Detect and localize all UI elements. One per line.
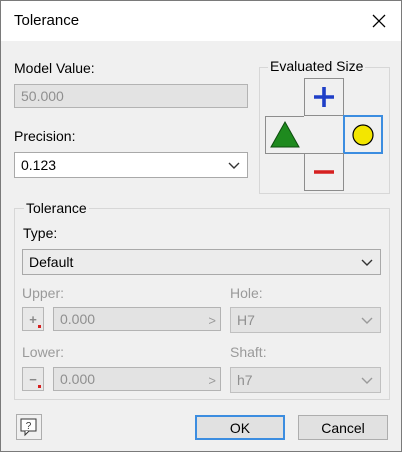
upper-label: Upper: (22, 285, 65, 301)
cancel-button[interactable]: Cancel (298, 415, 388, 440)
upper-value-field[interactable]: 0.000 > (53, 307, 221, 331)
upper-value: 0.000 (60, 311, 96, 327)
precision-label: Precision: (14, 128, 76, 144)
precision-select[interactable]: 0.123 (14, 152, 248, 178)
hole-value: H7 (237, 312, 255, 328)
model-value-field[interactable]: 50.000 (14, 84, 248, 108)
triangle-icon (270, 120, 300, 148)
chevron-down-icon (228, 162, 240, 169)
type-value: Default (29, 254, 74, 270)
lower-value: 0.000 (60, 371, 96, 387)
plus-sign-icon: + (29, 311, 37, 327)
lower-label: Lower: (22, 344, 65, 360)
minus-sign-icon: − (29, 371, 37, 387)
lower-sign-button[interactable]: − (22, 367, 44, 391)
close-button[interactable] (362, 6, 396, 36)
circle-icon (352, 124, 374, 146)
shaft-value: h7 (237, 372, 253, 388)
plus-icon (314, 87, 334, 107)
help-icon: ? (20, 418, 37, 437)
minus-icon (314, 170, 334, 174)
model-value-label: Model Value: (14, 60, 95, 76)
help-button[interactable]: ? (16, 414, 42, 440)
shaft-select[interactable]: h7 (230, 367, 381, 393)
ok-button[interactable]: OK (195, 415, 285, 440)
type-label: Type: (23, 225, 58, 241)
nominal-cell[interactable] (304, 116, 344, 154)
lower-value-field[interactable]: 0.000 > (53, 367, 221, 391)
evaluated-size-label: Evaluated Size (268, 58, 366, 74)
window-title: Tolerance (14, 12, 80, 29)
upper-limit-button[interactable] (304, 78, 344, 116)
chevron-right-icon: > (208, 373, 216, 388)
chevron-down-icon (361, 259, 373, 266)
svg-text:?: ? (26, 421, 32, 432)
precision-value: 0.123 (21, 157, 57, 173)
chevron-right-icon: > (208, 313, 216, 328)
type-select[interactable]: Default (22, 249, 381, 275)
chevron-down-icon (361, 317, 373, 324)
shaft-label: Shaft: (230, 344, 267, 360)
close-icon (372, 14, 386, 28)
lower-limit-button[interactable] (304, 153, 344, 191)
upper-sign-button[interactable]: + (22, 307, 44, 331)
hole-select[interactable]: H7 (230, 307, 381, 333)
hole-label: Hole: (230, 285, 263, 301)
chevron-down-icon (361, 377, 373, 384)
tolerance-group-label: Tolerance (24, 200, 89, 216)
red-dot-icon (38, 325, 41, 328)
max-circle-button[interactable] (343, 115, 383, 154)
min-triangle-button[interactable] (265, 116, 305, 154)
red-dot-icon (38, 385, 41, 388)
